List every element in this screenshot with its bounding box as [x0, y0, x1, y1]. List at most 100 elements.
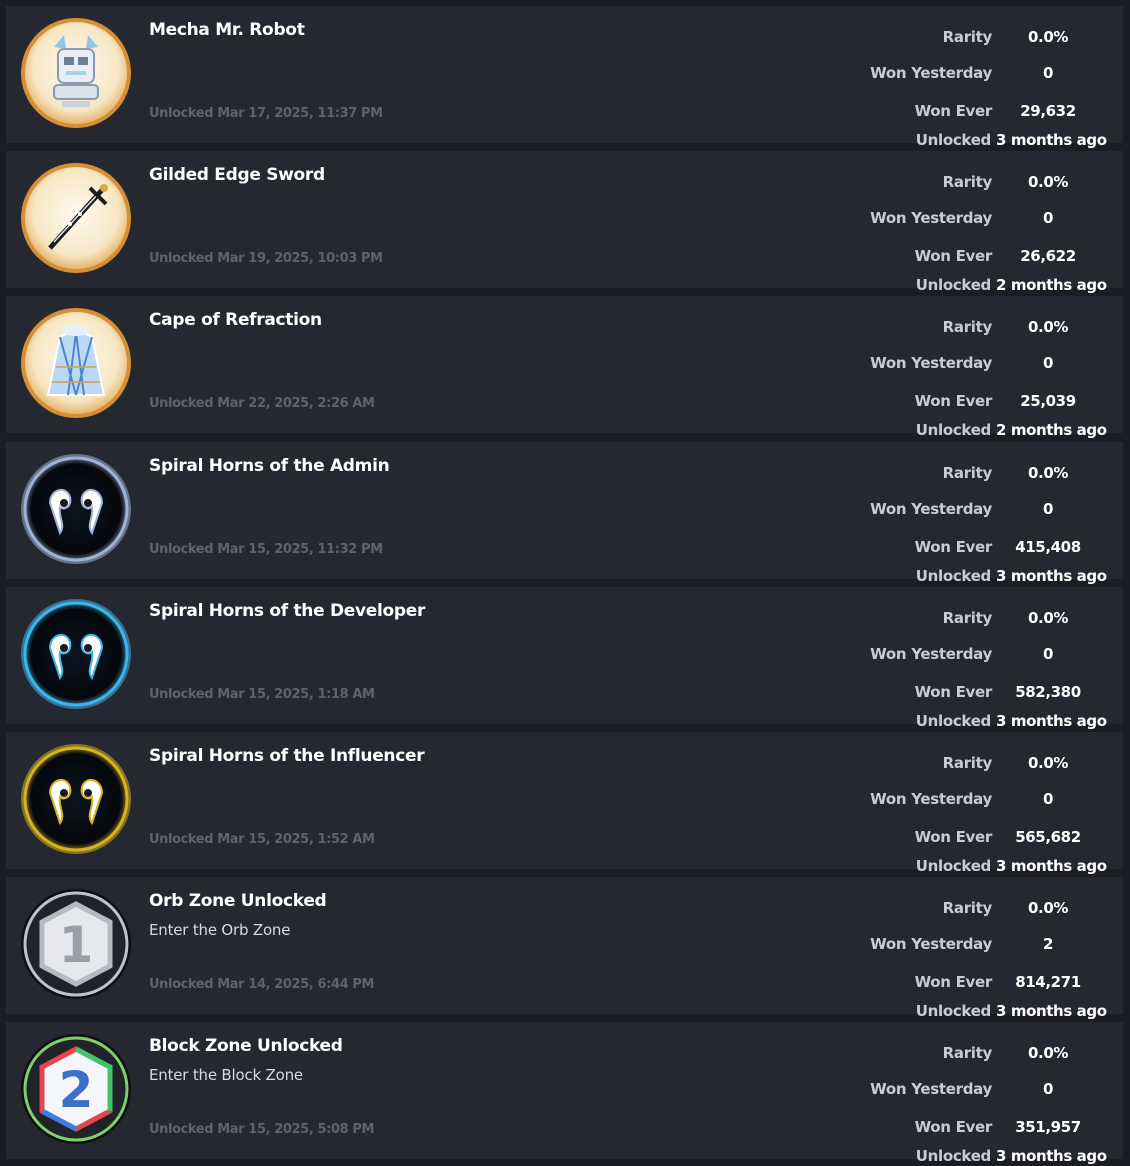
unlocked-label: Unlocked	[915, 131, 992, 149]
won-ever-label: Won Ever	[914, 102, 993, 120]
badge-unlock-date: Unlocked Mar 14, 2025, 6:44 PM	[149, 977, 375, 993]
badge-row[interactable]: 2 Block Zone Unlocked Enter the Block Zo…	[6, 1022, 1123, 1165]
svg-text:1: 1	[59, 916, 94, 974]
badge-description: Enter the Orb Zone	[149, 921, 291, 940]
badge-title[interactable]: Cape of Refraction	[149, 310, 322, 330]
badge-unlock-date: Unlocked Mar 22, 2025, 2:26 AM	[149, 396, 375, 412]
unlocked-ago-value: 2 months ago	[996, 276, 1107, 295]
badge-title[interactable]: Orb Zone Unlocked	[149, 891, 327, 911]
badge-row[interactable]: Spiral Horns of the Admin Unlocked Mar 1…	[6, 441, 1123, 585]
won-yesterday-value: 0	[1042, 64, 1054, 82]
horns-icon[interactable]	[20, 598, 132, 710]
badge-unlock-date: Unlocked Mar 15, 2025, 1:52 AM	[149, 832, 375, 847]
won-yesterday-value: 0	[1042, 790, 1054, 808]
badge-title[interactable]: Gilded Edge Sword	[149, 165, 325, 185]
rarity-label: Rarity	[942, 318, 993, 337]
unlocked-ago-value: 3 months ago	[996, 711, 1107, 730]
unlocked-ago-value: 2 months ago	[996, 421, 1107, 440]
rarity-label: Rarity	[942, 173, 993, 192]
unlocked-ago-value: 3 months ago	[996, 1002, 1107, 1021]
badge-row[interactable]: Spiral Horns of the Developer Unlocked M…	[6, 586, 1123, 730]
won-yesterday-value: 2	[1042, 935, 1054, 954]
badge-title[interactable]: Mecha Mr. Robot	[149, 20, 305, 40]
unlocked-label: Unlocked	[915, 1002, 992, 1021]
won-ever-value: 814,271	[1015, 973, 1081, 992]
badge-title[interactable]: Spiral Horns of the Influencer	[149, 746, 425, 766]
badge-title[interactable]: Spiral Horns of the Developer	[149, 601, 425, 621]
won-yesterday-value: 0	[1042, 1080, 1054, 1099]
sword-icon[interactable]	[20, 162, 132, 274]
rarity-value: 0.0%	[1027, 899, 1068, 918]
rarity-label: Rarity	[942, 754, 993, 772]
rarity-value: 0.0%	[1027, 318, 1068, 337]
rarity-value: 0.0%	[1027, 463, 1068, 482]
rarity-value: 0.0%	[1027, 1044, 1068, 1063]
won-ever-label: Won Ever	[914, 537, 993, 556]
won-ever-label: Won Ever	[914, 1118, 993, 1137]
cape-icon[interactable]	[20, 307, 132, 419]
won-yesterday-label: Won Yesterday	[870, 790, 992, 808]
won-yesterday-label: Won Yesterday	[870, 644, 992, 663]
unlocked-label: Unlocked	[915, 276, 992, 295]
zone-2-icon[interactable]: 2	[20, 1033, 132, 1145]
won-ever-value: 351,957	[1015, 1118, 1081, 1137]
won-ever-value: 565,682	[1015, 828, 1081, 846]
won-yesterday-label: Won Yesterday	[870, 354, 992, 373]
badge-row[interactable]: Cape of Refraction Unlocked Mar 22, 2025…	[6, 296, 1123, 439]
unlocked-label: Unlocked	[915, 711, 992, 730]
rarity-label: Rarity	[942, 1044, 993, 1063]
won-yesterday-value: 0	[1042, 209, 1054, 228]
won-yesterday-value: 0	[1042, 354, 1054, 373]
won-ever-value: 582,380	[1015, 682, 1081, 701]
rarity-label: Rarity	[942, 28, 993, 46]
badge-unlock-date: Unlocked Mar 19, 2025, 10:03 PM	[149, 251, 383, 267]
unlocked-ago-value: 3 months ago	[996, 1147, 1107, 1166]
badge-unlock-date: Unlocked Mar 17, 2025, 11:37 PM	[149, 106, 383, 121]
svg-text:2: 2	[59, 1061, 94, 1119]
badge-row[interactable]: Mecha Mr. Robot Unlocked Mar 17, 2025, 1…	[6, 6, 1123, 149]
won-ever-label: Won Ever	[914, 828, 993, 846]
rarity-label: Rarity	[942, 463, 993, 482]
won-yesterday-label: Won Yesterday	[870, 64, 992, 82]
won-yesterday-value: 0	[1042, 644, 1054, 663]
won-ever-value: 29,632	[1020, 102, 1076, 120]
won-ever-value: 415,408	[1015, 537, 1081, 556]
badge-row[interactable]: 1 Orb Zone Unlocked Enter the Orb Zone U…	[6, 877, 1123, 1020]
unlocked-ago-value: 3 months ago	[996, 131, 1107, 149]
badge-unlock-date: Unlocked Mar 15, 2025, 11:32 PM	[149, 541, 383, 557]
zone-1-icon[interactable]: 1	[20, 888, 132, 1000]
won-yesterday-label: Won Yesterday	[870, 935, 992, 954]
horns-icon[interactable]	[20, 743, 132, 855]
won-ever-value: 25,039	[1020, 392, 1076, 411]
rarity-value: 0.0%	[1027, 608, 1068, 627]
won-ever-label: Won Ever	[914, 682, 993, 701]
won-yesterday-label: Won Yesterday	[870, 1080, 992, 1099]
badge-title[interactable]: Spiral Horns of the Admin	[149, 456, 390, 476]
unlocked-label: Unlocked	[915, 857, 992, 875]
rarity-label: Rarity	[942, 608, 993, 627]
horns-icon[interactable]	[20, 453, 132, 565]
won-yesterday-label: Won Yesterday	[870, 499, 992, 518]
won-yesterday-value: 0	[1042, 499, 1054, 518]
rarity-value: 0.0%	[1027, 28, 1068, 46]
mecha-robot-icon[interactable]	[20, 17, 132, 129]
badge-unlock-date: Unlocked Mar 15, 2025, 1:18 AM	[149, 686, 375, 702]
unlocked-label: Unlocked	[915, 1147, 992, 1166]
unlocked-label: Unlocked	[915, 421, 992, 440]
badge-row[interactable]: Gilded Edge Sword Unlocked Mar 19, 2025,…	[6, 151, 1123, 294]
rarity-label: Rarity	[942, 899, 993, 918]
rarity-value: 0.0%	[1027, 173, 1068, 192]
badge-row[interactable]: Spiral Horns of the Influencer Unlocked …	[6, 732, 1123, 875]
won-ever-label: Won Ever	[914, 247, 993, 266]
badge-description: Enter the Block Zone	[149, 1066, 303, 1085]
won-ever-label: Won Ever	[914, 392, 993, 411]
won-ever-value: 26,622	[1020, 247, 1076, 266]
unlocked-ago-value: 3 months ago	[996, 566, 1107, 585]
rarity-value: 0.0%	[1027, 754, 1068, 772]
unlocked-label: Unlocked	[915, 566, 992, 585]
won-ever-label: Won Ever	[914, 973, 993, 992]
badge-title[interactable]: Block Zone Unlocked	[149, 1036, 343, 1056]
unlocked-ago-value: 3 months ago	[996, 857, 1107, 875]
badge-unlock-date: Unlocked Mar 15, 2025, 5:08 PM	[149, 1122, 375, 1138]
won-yesterday-label: Won Yesterday	[870, 209, 992, 228]
